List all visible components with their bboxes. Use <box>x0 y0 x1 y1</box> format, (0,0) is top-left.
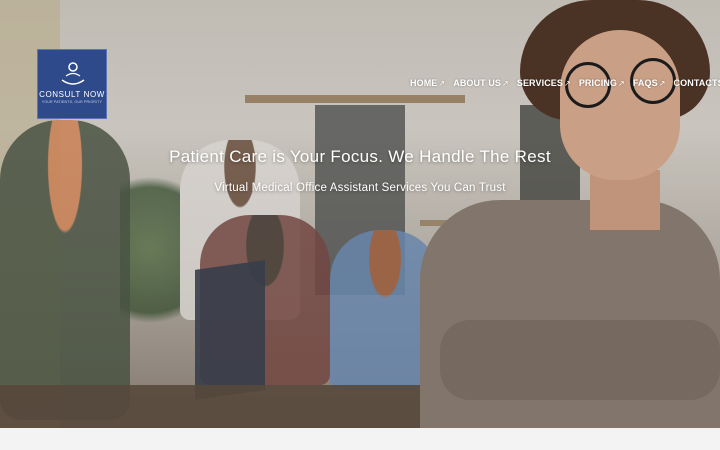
nav-about-us[interactable]: ABOUT US↗ <box>453 78 509 88</box>
external-arrow-icon: ↗ <box>502 79 509 88</box>
page-below-hero <box>0 428 720 450</box>
hero-banner: CONSULT NOW YOUR PATIENTS, OUR PRIORITY … <box>0 0 720 428</box>
main-nav: HOME↗ ABOUT US↗ SERVICES↗ PRICING↗ FAQS↗… <box>410 78 720 88</box>
external-arrow-icon: ↗ <box>618 79 625 88</box>
nav-faqs[interactable]: FAQS↗ <box>633 78 666 88</box>
external-arrow-icon: ↗ <box>564 79 571 88</box>
hero-background-photo <box>0 0 720 428</box>
nav-services[interactable]: SERVICES↗ <box>517 78 571 88</box>
hero-subheadline: Virtual Medical Office Assistant Service… <box>214 182 506 194</box>
nav-contacts[interactable]: CONTACTS↗ <box>674 78 720 88</box>
hands-heart-icon <box>61 62 85 85</box>
hero-headline: Patient Care is Your Focus. We Handle Th… <box>169 147 551 166</box>
external-arrow-icon: ↗ <box>438 79 446 88</box>
logo-name: CONSULT NOW <box>39 90 105 99</box>
nav-home[interactable]: HOME↗ <box>410 78 445 88</box>
logo-tagline: YOUR PATIENTS, OUR PRIORITY <box>41 100 103 104</box>
logo[interactable]: CONSULT NOW YOUR PATIENTS, OUR PRIORITY <box>37 49 107 119</box>
external-arrow-icon: ↗ <box>658 79 666 88</box>
nav-pricing[interactable]: PRICING↗ <box>579 78 625 88</box>
